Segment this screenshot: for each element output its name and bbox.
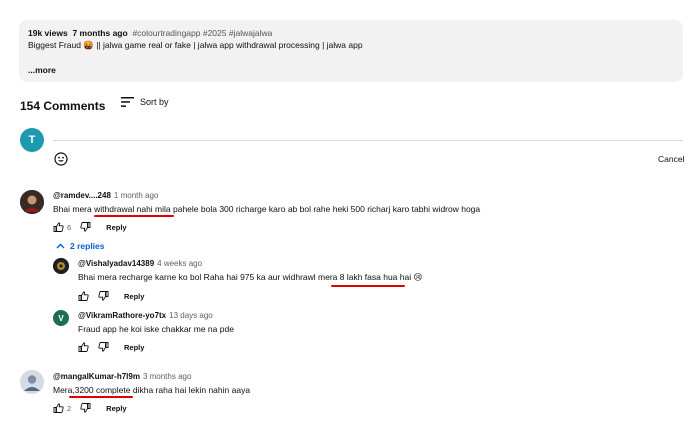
like-button[interactable]: 2 <box>53 403 71 413</box>
reply-actions: Reply <box>78 342 144 352</box>
comment-author[interactable]: @ramdev....248 1 month ago <box>53 191 158 200</box>
reply-time[interactable]: 13 days ago <box>169 311 213 320</box>
thumbs-down-icon <box>80 403 91 413</box>
thumbs-up-icon <box>78 291 89 301</box>
author-name[interactable]: @mangalKumar-h7l9m <box>53 372 140 381</box>
video-description[interactable]: 19k views 7 months ago #colourtradingapp… <box>19 20 683 82</box>
reply-avatar[interactable]: V <box>53 310 69 326</box>
author-name[interactable]: @Vishalyadav14389 <box>78 259 154 268</box>
reply-author[interactable]: @Vishalyadav14389 4 weeks ago <box>78 259 202 268</box>
thumbs-up-icon <box>53 403 64 413</box>
replies-count: 2 replies <box>70 241 105 251</box>
thumbs-down-icon <box>98 342 109 352</box>
upload-age: 7 months ago <box>72 28 128 38</box>
comment-actions: 2 Reply <box>53 403 127 413</box>
thumbs-down-icon <box>98 291 109 301</box>
comments-count: 154 Comments <box>20 99 106 113</box>
like-button[interactable] <box>78 291 89 301</box>
user-avatar: T <box>20 128 44 152</box>
profile-photo-icon <box>20 370 44 394</box>
comment-text: Mera,3200 complete dikha raha hai lekin … <box>53 385 251 395</box>
cancel-button[interactable]: Cancel <box>658 154 684 164</box>
hashtags[interactable]: #colourtradingapp #2025 #jalwajalwa <box>132 28 272 38</box>
dislike-button[interactable] <box>80 403 91 413</box>
add-comment-input[interactable] <box>53 140 683 141</box>
emoji-button[interactable] <box>54 152 68 171</box>
avatar-letter: V <box>58 313 64 323</box>
comment-avatar[interactable] <box>20 190 44 214</box>
reply-text: Bhai mera recharge karne ko bol Raha hai… <box>78 272 423 282</box>
sort-by-button[interactable]: Sort by <box>121 97 169 107</box>
comment-time[interactable]: 1 month ago <box>114 191 158 200</box>
emoji-icon <box>54 152 68 166</box>
like-count: 6 <box>67 222 72 232</box>
author-name[interactable]: @ramdev....248 <box>53 191 111 200</box>
thumbs-down-icon <box>80 222 91 232</box>
chevron-up-icon <box>56 243 65 249</box>
thumbs-up-icon <box>53 222 64 232</box>
like-count: 2 <box>67 403 72 413</box>
view-count: 19k views <box>28 28 68 38</box>
reply-button[interactable]: Reply <box>106 223 126 232</box>
sort-icon <box>121 97 134 107</box>
author-name[interactable]: @VikramRathore-yo7tx <box>78 311 166 320</box>
reply-avatar[interactable] <box>53 258 69 274</box>
dislike-button[interactable] <box>98 342 109 352</box>
profile-photo-icon <box>53 258 69 274</box>
annotation-underline <box>69 396 133 398</box>
thumbs-up-icon <box>78 342 89 352</box>
more-link[interactable]: ...more <box>28 65 56 75</box>
avatar-letter: T <box>28 134 36 146</box>
reply-author[interactable]: @VikramRathore-yo7tx 13 days ago <box>78 311 213 320</box>
like-button[interactable]: 6 <box>53 222 71 232</box>
reply-text: Fraud app he koi iske chakkar me na pde <box>78 324 234 334</box>
reply-button[interactable]: Reply <box>124 343 144 352</box>
reply-button[interactable]: Reply <box>124 292 144 301</box>
reply-time[interactable]: 4 weeks ago <box>157 259 202 268</box>
like-button[interactable] <box>78 342 89 352</box>
comment-text: Bhai mera withdrawal nahi mila pahele bo… <box>53 204 481 214</box>
comment-author[interactable]: @mangalKumar-h7l9m 3 months ago <box>53 372 191 381</box>
annotation-underline <box>331 285 405 287</box>
comment-time[interactable]: 3 months ago <box>143 372 191 381</box>
reply-button[interactable]: Reply <box>106 404 126 413</box>
dislike-button[interactable] <box>80 222 91 232</box>
description-text: Biggest Fraud 🤬 || jalwa game real or fa… <box>28 40 363 50</box>
comment-actions: 6 Reply <box>53 222 127 232</box>
description-meta: 19k views 7 months ago #colourtradingapp… <box>28 28 272 38</box>
reply-actions: Reply <box>78 291 144 301</box>
sort-by-label: Sort by <box>140 97 169 107</box>
profile-photo-icon <box>20 190 44 214</box>
annotation-underline <box>94 215 174 217</box>
dislike-button[interactable] <box>98 291 109 301</box>
replies-toggle[interactable]: 2 replies <box>56 241 105 251</box>
comment-avatar[interactable] <box>20 370 44 394</box>
